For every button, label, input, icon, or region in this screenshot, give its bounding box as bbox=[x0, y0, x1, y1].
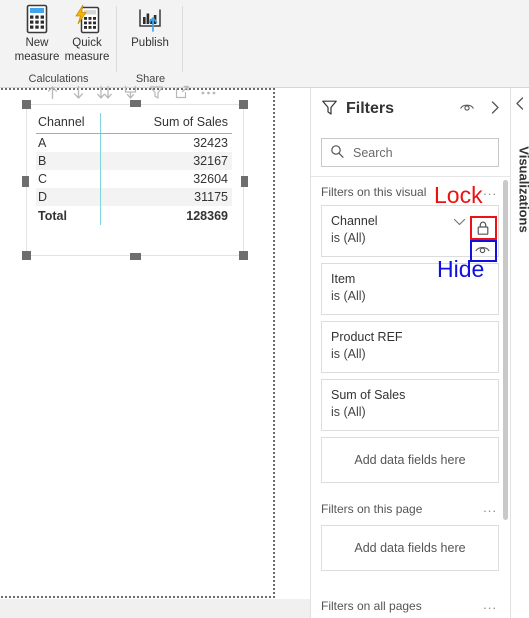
section-label-filters-on-all-pages: Filters on all pages bbox=[321, 599, 422, 613]
cell-channel[interactable]: C bbox=[36, 170, 101, 188]
new-measure-label-line2: measure bbox=[14, 51, 60, 63]
filter-card-field-name: Sum of Sales bbox=[331, 388, 406, 402]
focus-mode-icon[interactable] bbox=[172, 83, 192, 101]
calculator-lightning-icon bbox=[61, 2, 113, 36]
resize-handle-top-right[interactable] bbox=[239, 100, 248, 109]
filter-card-field-name: Item bbox=[331, 272, 356, 286]
more-options-icon[interactable] bbox=[198, 83, 218, 101]
chevron-down-icon[interactable] bbox=[453, 216, 466, 230]
calculator-icon bbox=[11, 2, 63, 36]
add-data-fields-here-page[interactable]: Add data fields here bbox=[321, 525, 499, 571]
visualizations-pane-collapsed[interactable]: Visualizations bbox=[510, 88, 529, 618]
filter-card-sum-of-sales[interactable]: Sum of Sales is (All) bbox=[321, 379, 499, 431]
cell-sales[interactable]: 32167 bbox=[100, 152, 232, 170]
filters-search-input[interactable]: Search bbox=[321, 138, 499, 167]
filter-funnel-icon[interactable] bbox=[146, 83, 166, 101]
section-label-filters-on-this-page: Filters on this page bbox=[321, 502, 423, 516]
expand-all-down-icon[interactable] bbox=[94, 83, 114, 101]
publish-label: Publish bbox=[131, 37, 169, 49]
table-row[interactable]: A 32423 bbox=[36, 133, 232, 153]
filter-card-condition: is (All) bbox=[331, 347, 366, 361]
table-row[interactable]: C 32604 bbox=[36, 170, 232, 188]
chevron-left-icon[interactable] bbox=[514, 96, 526, 114]
add-data-fields-here-visual[interactable]: Add data fields here bbox=[321, 437, 499, 483]
quick-measure-label-line1: Quick bbox=[72, 37, 102, 49]
filters-pane-scrollbar[interactable] bbox=[503, 180, 508, 520]
new-measure-label-line1: New bbox=[25, 37, 49, 49]
resize-handle-bottom-right[interactable] bbox=[239, 251, 248, 260]
publish-icon bbox=[124, 2, 176, 36]
filter-card-condition: is (All) bbox=[331, 289, 366, 303]
resize-handle-middle-right[interactable] bbox=[241, 176, 248, 187]
ribbon-group-separator bbox=[116, 6, 117, 72]
resize-handle-top-left[interactable] bbox=[22, 100, 31, 109]
quick-measure-button[interactable]: Quick measure bbox=[61, 2, 113, 64]
filter-card-condition: is (All) bbox=[331, 231, 366, 245]
filter-card-channel[interactable]: Channel is (All) bbox=[321, 205, 499, 257]
resize-handle-top-center[interactable] bbox=[130, 100, 141, 107]
hide-eye-toggle-icon[interactable] bbox=[474, 243, 491, 260]
filters-pane-title: Filters bbox=[346, 100, 395, 117]
section-menu-filters-on-this-page[interactable]: ... bbox=[483, 500, 497, 515]
filter-card-field-name: Product REF bbox=[331, 330, 403, 344]
cell-channel[interactable]: B bbox=[36, 152, 101, 170]
resize-handle-bottom-left[interactable] bbox=[22, 251, 31, 260]
publish-button[interactable]: Publish bbox=[124, 2, 176, 50]
table-row[interactable]: B 32167 bbox=[36, 152, 232, 170]
drill-down-arrow-icon[interactable] bbox=[68, 83, 88, 101]
table-total-row: Total 128369 bbox=[36, 206, 232, 225]
filter-card-field-name: Channel bbox=[331, 214, 378, 228]
ribbon-group-share: Publish Share bbox=[118, 0, 183, 87]
filters-search-placeholder: Search bbox=[353, 145, 393, 160]
resize-handle-middle-left[interactable] bbox=[22, 176, 29, 187]
resize-handle-bottom-center[interactable] bbox=[130, 253, 141, 260]
section-label-filters-on-this-visual: Filters on this visual bbox=[321, 185, 427, 199]
cell-sales[interactable]: 31175 bbox=[100, 188, 232, 206]
ribbon-toolbar: New measure Quick measure Calculations P… bbox=[0, 0, 529, 88]
table-visual-container[interactable]: Channel Sum of Sales A 32423 B 32167 C 3… bbox=[22, 85, 248, 286]
filter-card-condition: is (All) bbox=[331, 405, 366, 419]
search-icon bbox=[330, 144, 345, 162]
section-menu-filters-on-this-visual[interactable]: ... bbox=[483, 183, 497, 198]
cell-channel[interactable]: A bbox=[36, 134, 101, 153]
cell-channel[interactable]: D bbox=[36, 188, 101, 206]
table-visual[interactable]: Channel Sum of Sales A 32423 B 32167 C 3… bbox=[26, 104, 244, 256]
total-value: 128369 bbox=[100, 206, 232, 225]
cell-sales[interactable]: 32423 bbox=[100, 133, 232, 152]
drill-up-arrow-icon[interactable] bbox=[42, 83, 62, 101]
filter-card-product-ref[interactable]: Product REF is (All) bbox=[321, 321, 499, 373]
eye-icon[interactable] bbox=[459, 101, 475, 117]
ribbon-group-calculations: New measure Quick measure Calculations bbox=[0, 0, 117, 87]
visual-header-toolbar[interactable] bbox=[42, 82, 242, 102]
filter-card-item[interactable]: Item is (All) bbox=[321, 263, 499, 315]
canvas-bottom-strip bbox=[0, 599, 310, 618]
filter-funnel-icon bbox=[321, 99, 338, 119]
table-header-row: Channel Sum of Sales bbox=[36, 113, 232, 134]
new-measure-button[interactable]: New measure bbox=[11, 2, 63, 64]
column-header-channel[interactable]: Channel bbox=[36, 113, 101, 134]
go-to-next-level-icon[interactable] bbox=[120, 83, 140, 101]
filters-pane: Filters Search Filters on this visual ..… bbox=[310, 88, 510, 618]
lock-toggle-icon[interactable] bbox=[475, 220, 491, 239]
chevron-right-icon[interactable] bbox=[489, 100, 501, 118]
ribbon-group-separator bbox=[182, 6, 183, 72]
section-menu-filters-on-all-pages[interactable]: ... bbox=[483, 597, 497, 612]
quick-measure-label-line2: measure bbox=[64, 51, 110, 63]
pivot-table[interactable]: Channel Sum of Sales A 32423 B 32167 C 3… bbox=[36, 113, 232, 225]
total-label: Total bbox=[38, 209, 67, 223]
cell-sales[interactable]: 32604 bbox=[100, 170, 232, 188]
visualizations-pane-label: Visualizations bbox=[516, 146, 529, 233]
filters-pane-header: Filters bbox=[311, 88, 510, 130]
column-header-sum-of-sales[interactable]: Sum of Sales bbox=[100, 113, 232, 134]
table-row[interactable]: D 31175 bbox=[36, 188, 232, 206]
